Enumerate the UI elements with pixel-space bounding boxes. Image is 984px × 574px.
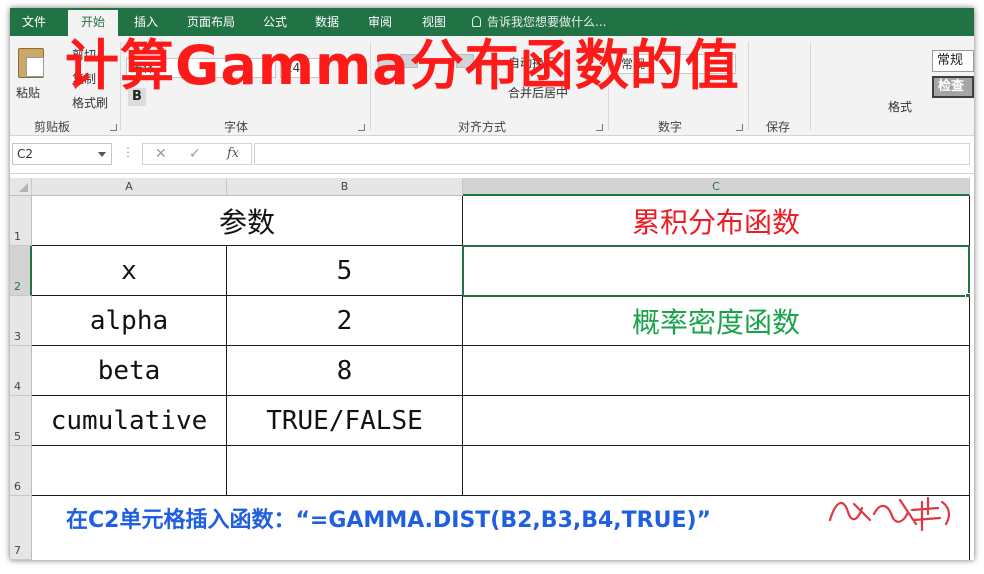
tell-me-text: 告诉我您想要做什么... xyxy=(487,15,607,29)
tab-page-layout[interactable]: 页面布局 xyxy=(178,8,244,36)
cell-b4[interactable]: 8 xyxy=(227,346,463,396)
row-header-2[interactable]: 2 xyxy=(10,246,32,296)
select-all-corner[interactable] xyxy=(10,178,32,196)
tab-home[interactable]: 开始 xyxy=(68,10,118,36)
row-header-6[interactable]: 6 xyxy=(10,446,32,496)
paste-button-label[interactable]: 粘贴 xyxy=(16,84,40,101)
cell-a3[interactable]: alpha xyxy=(32,296,227,346)
clipboard-launcher-icon[interactable] xyxy=(110,124,117,131)
cell-c6[interactable] xyxy=(463,446,970,496)
tab-data[interactable]: 数据 xyxy=(306,8,348,36)
paste-icon[interactable] xyxy=(18,48,44,78)
cell-style-check[interactable]: 检查 xyxy=(932,76,974,98)
insert-function-icon[interactable]: fx xyxy=(227,146,239,161)
cell-a2[interactable]: x xyxy=(32,246,227,296)
name-box-value: C2 xyxy=(17,147,34,161)
tab-file[interactable]: 文件 xyxy=(10,8,58,36)
group-label-clipboard: 剪贴板 xyxy=(34,120,71,134)
overlay-title: 计算Gamma分布函数的值 xyxy=(65,34,740,97)
tab-review[interactable]: 审阅 xyxy=(358,8,402,36)
format-as-table-button[interactable]: 格式 xyxy=(888,98,912,115)
column-header-c[interactable]: C xyxy=(463,178,970,196)
chevron-down-icon[interactable] xyxy=(98,152,106,157)
cell-c1[interactable]: 累积分布函数 xyxy=(463,196,970,246)
row-header-5[interactable]: 5 xyxy=(10,396,32,446)
cell-c3[interactable]: 概率密度函数 xyxy=(463,297,970,346)
group-label-alignment: 对齐方式 xyxy=(458,120,507,134)
excel-window: 文件 开始 插入 页面布局 公式 数据 审阅 视图 告诉我您想要做什么... 粘… xyxy=(10,8,974,560)
alignment-launcher-icon[interactable] xyxy=(596,124,603,131)
lightbulb-icon xyxy=(472,16,481,27)
tab-formulas[interactable]: 公式 xyxy=(254,8,296,36)
row-header-7[interactable]: 7 xyxy=(10,496,32,560)
tab-view[interactable]: 视图 xyxy=(412,8,456,36)
cell-b6[interactable] xyxy=(227,446,463,496)
formula-buttons: ✕ ✓ fx xyxy=(142,143,252,165)
formula-bar: C2 ⋮ ✕ ✓ fx xyxy=(10,136,974,174)
row-header-1[interactable]: 1 xyxy=(10,196,32,246)
cell-b2[interactable]: 5 xyxy=(227,246,463,296)
cell-a6[interactable] xyxy=(32,446,227,496)
tab-insert[interactable]: 插入 xyxy=(124,8,168,36)
more-icon[interactable]: ⋮ xyxy=(122,145,134,159)
column-header-b[interactable]: B xyxy=(227,178,463,196)
cell-a4[interactable]: beta xyxy=(32,346,227,396)
cell-style-normal[interactable]: 常规 xyxy=(932,50,974,72)
ribbon-tab-bar: 文件 开始 插入 页面布局 公式 数据 审阅 视图 告诉我您想要做什么... xyxy=(10,8,974,36)
cell-b5[interactable]: TRUE/FALSE xyxy=(227,396,463,446)
cancel-icon[interactable]: ✕ xyxy=(155,146,167,162)
row-header-3[interactable]: 3 xyxy=(10,296,32,346)
cell-b3[interactable]: 2 xyxy=(227,296,463,346)
font-launcher-icon[interactable] xyxy=(358,124,365,131)
column-header-a[interactable]: A xyxy=(32,178,227,196)
group-separator xyxy=(810,42,811,130)
cell-a5[interactable]: cumulative xyxy=(32,396,227,446)
group-label-save: 保存 xyxy=(766,120,791,134)
formula-note: 在C2单元格插入函数：“=GAMMA.DIST(B2,B3,B4,TRUE)” xyxy=(66,508,712,533)
tell-me-box[interactable]: 告诉我您想要做什么... xyxy=(472,8,606,36)
cell-a1-b1-merged[interactable]: 参数 xyxy=(32,196,463,246)
signature-stamp xyxy=(828,496,951,532)
enter-icon[interactable]: ✓ xyxy=(189,146,201,162)
group-label-font: 字体 xyxy=(224,120,249,134)
cell-c2-selected[interactable] xyxy=(462,245,970,297)
group-label-number: 数字 xyxy=(658,120,683,134)
name-box[interactable]: C2 xyxy=(12,143,112,165)
group-separator xyxy=(748,42,749,130)
row-header-4[interactable]: 4 xyxy=(10,346,32,396)
formula-input[interactable] xyxy=(254,143,970,165)
cell-c4[interactable] xyxy=(463,346,970,396)
cell-c5[interactable] xyxy=(463,396,970,446)
number-launcher-icon[interactable] xyxy=(736,124,743,131)
